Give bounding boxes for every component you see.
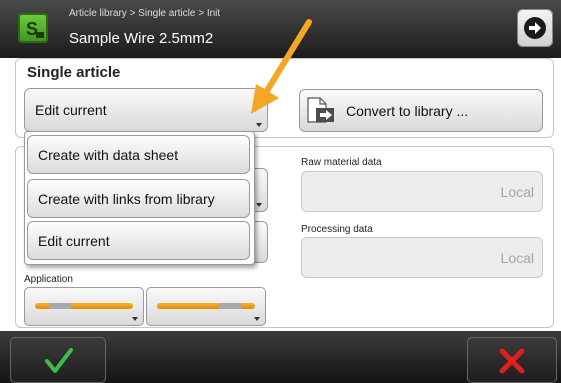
application-end-2-button[interactable] — [146, 287, 266, 326]
chevron-down-icon — [132, 317, 138, 321]
chevron-down-icon — [256, 123, 262, 127]
arrow-right-circle-icon — [524, 17, 546, 39]
s-logo-icon[interactable]: S — [18, 13, 48, 43]
chevron-down-icon — [256, 203, 262, 207]
footer-bar — [0, 331, 561, 383]
page-title: Sample Wire 2.5mm2 — [69, 30, 214, 47]
raw-material-field[interactable]: Local — [301, 171, 543, 212]
cancel-button[interactable] — [467, 337, 557, 383]
article-mode-dropdown[interactable]: Edit current — [24, 88, 268, 132]
menu-item-label: Create with data sheet — [38, 146, 179, 163]
menu-item-label: Create with links from library — [38, 190, 215, 207]
ok-button[interactable] — [10, 337, 106, 383]
wire-end-icon — [157, 303, 255, 309]
processing-label: Processing data — [301, 224, 373, 235]
raw-material-value: Local — [500, 183, 534, 200]
processing-value: Local — [500, 249, 534, 266]
chevron-down-icon — [254, 317, 260, 321]
menu-item-label: Edit current — [38, 232, 110, 249]
check-icon — [45, 348, 73, 373]
menu-item-create-with-data-sheet[interactable]: Create with data sheet — [27, 135, 250, 174]
processing-field[interactable]: Local — [301, 237, 543, 278]
breadcrumb: Article library > Single article > Init — [69, 8, 221, 19]
wire-end-icon — [35, 303, 133, 309]
annotation-arrow-icon — [251, 19, 312, 114]
next-button[interactable] — [517, 9, 553, 47]
application-label: Application — [24, 274, 73, 285]
section-title-single-article: Single article — [27, 64, 121, 81]
cross-icon — [499, 348, 525, 374]
application-end-1-button[interactable] — [24, 287, 144, 326]
raw-material-label: Raw material data — [301, 157, 382, 168]
convert-label: Convert to library ... — [346, 102, 469, 119]
menu-item-edit-current[interactable]: Edit current — [27, 221, 250, 260]
convert-to-library-button[interactable]: Convert to library ... — [299, 89, 543, 132]
article-mode-dropdown-menu: Create with data sheet Create with links… — [24, 131, 255, 265]
article-mode-value: Edit current — [35, 102, 107, 118]
menu-item-create-with-links[interactable]: Create with links from library — [27, 179, 250, 218]
